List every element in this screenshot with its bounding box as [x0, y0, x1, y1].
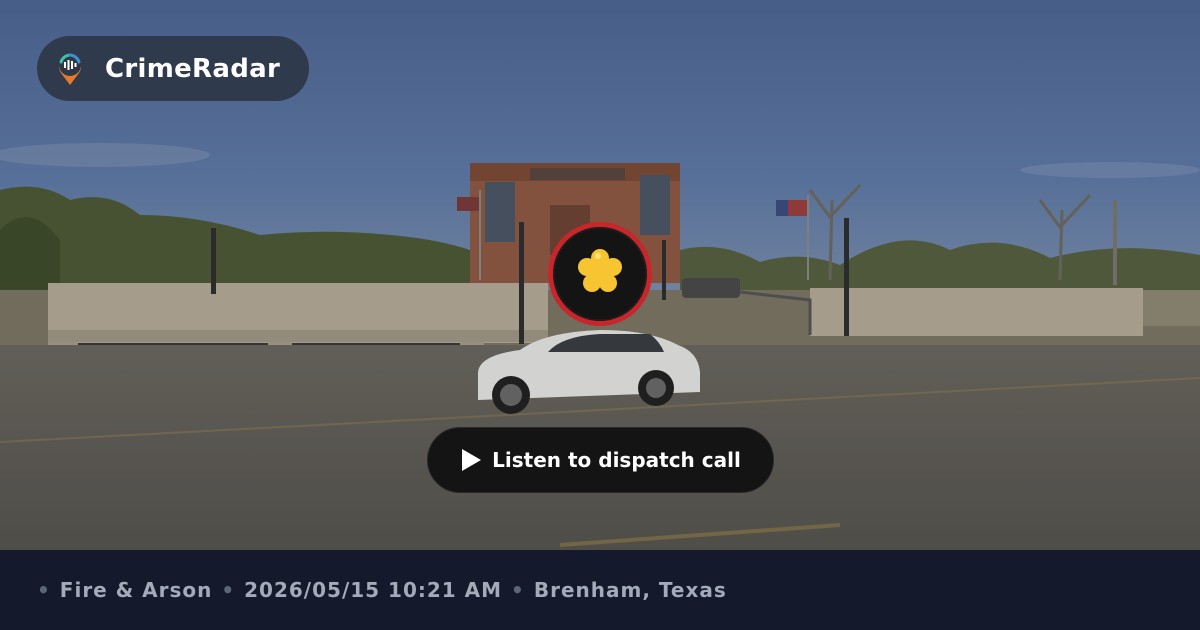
fire-incident-icon [572, 244, 628, 304]
play-icon [460, 448, 482, 472]
meta-separator: • [221, 578, 236, 602]
incident-datetime: 2026/05/15 10:21 AM [244, 578, 503, 602]
incident-category: Fire & Arson [59, 578, 213, 602]
brand-name: CrimeRadar [105, 53, 281, 84]
incident-badge [548, 222, 652, 326]
incident-badge-inner [553, 227, 647, 321]
incident-location: Brenham, Texas [533, 578, 727, 602]
brand-pill[interactable]: CrimeRadar [37, 36, 309, 101]
radar-pin-icon [55, 52, 85, 86]
listen-dispatch-button[interactable]: Listen to dispatch call [427, 427, 774, 493]
listen-dispatch-label: Listen to dispatch call [492, 448, 741, 472]
meta-separator: • [37, 578, 51, 602]
incident-meta-bar: • Fire & Arson • 2026/05/15 10:21 AM • B… [0, 550, 1200, 630]
incident-meta: • Fire & Arson • 2026/05/15 10:21 AM • B… [37, 578, 727, 602]
meta-separator: • [511, 578, 525, 602]
